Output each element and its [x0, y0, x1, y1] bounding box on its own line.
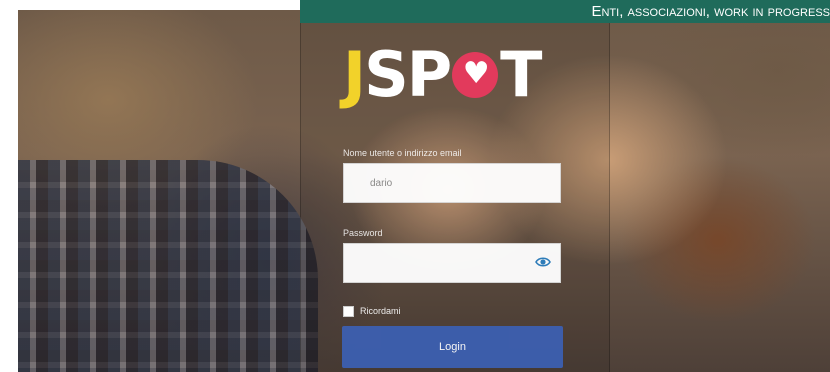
username-value: dario	[370, 178, 393, 189]
username-label: Nome utente o indirizzo email	[343, 148, 462, 158]
plaid-shirt-area	[18, 160, 318, 372]
remember-label: Ricordami	[360, 306, 401, 316]
logo-letters-sp: SP	[364, 38, 452, 111]
remember-me[interactable]: Ricordami	[343, 304, 401, 318]
logo-letter-t: T	[500, 38, 542, 111]
category-banner: Enti, associazioni, work in progress	[300, 0, 830, 23]
category-banner-text: Enti, associazioni, work in progress	[591, 3, 830, 20]
password-field[interactable]	[343, 243, 561, 283]
login-button[interactable]: Login	[342, 326, 563, 368]
remember-checkbox[interactable]	[343, 305, 354, 317]
heart-icon	[452, 52, 499, 98]
username-field[interactable]: dario	[343, 163, 561, 203]
jspot-logo: JSP T	[343, 40, 563, 110]
password-label: Password	[343, 228, 383, 238]
eye-icon[interactable]	[535, 256, 551, 268]
logo-letter-j: J	[343, 38, 366, 111]
